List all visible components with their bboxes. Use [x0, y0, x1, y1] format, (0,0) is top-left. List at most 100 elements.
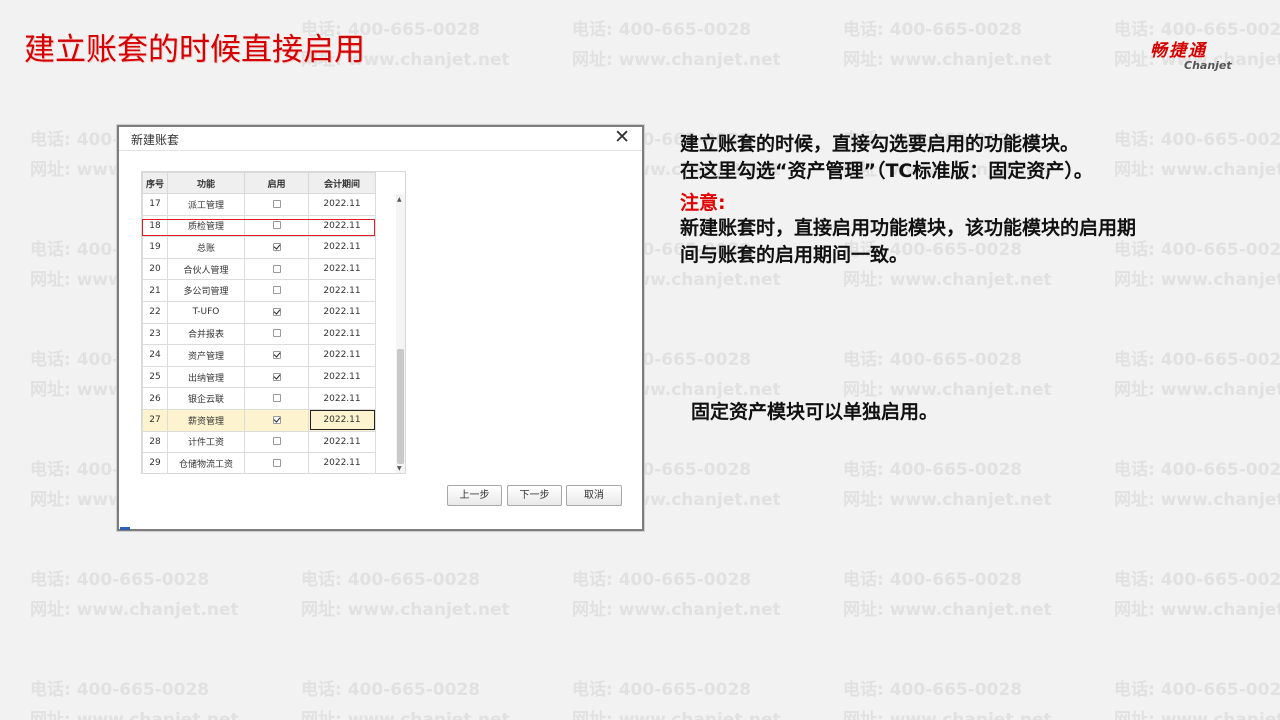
logo-sub-text: Chanjet — [1184, 59, 1232, 72]
slide-title: 建立账套的时候直接启用 — [24, 32, 365, 68]
row-period[interactable]: 2022.11 — [308, 300, 376, 324]
enable-checkbox[interactable] — [272, 221, 281, 230]
description-line-1: 建立账套的时候，直接勾选要启用的功能模块。 — [680, 133, 1080, 155]
scroll-up-icon[interactable]: ▲ — [397, 196, 402, 203]
watermark-site: 网址: www.chanjet.net — [1114, 380, 1280, 400]
row-seq: 20 — [142, 257, 168, 281]
row-enable-cell — [244, 365, 309, 389]
enable-checkbox-checked[interactable] — [272, 372, 281, 381]
row-function-name: 总账 — [167, 236, 245, 259]
table-row[interactable]: 29 仓储物流工资 2022.11 — [142, 452, 376, 473]
watermark-block: 电话: 400-665-0028 网址: www.chanjet.net — [30, 675, 239, 720]
close-icon[interactable]: ✕ — [614, 126, 630, 148]
watermark-block: 电话: 400-665-0028 网址: www.chanjet.net — [301, 565, 510, 625]
enable-checkbox[interactable] — [272, 329, 281, 338]
cancel-button[interactable]: 取消 — [566, 485, 622, 506]
table-row[interactable]: 26 银企云联 2022.11 — [142, 387, 376, 410]
enable-checkbox[interactable] — [272, 286, 281, 295]
row-function-name: 计件工资 — [167, 430, 245, 454]
watermark-site: 网址: www.chanjet.net — [301, 710, 510, 720]
new-account-set-dialog: 新建账套 ✕ 序号 功能 启用 会计期间 17 派工管理 2022.11 18 质检管理… — [117, 125, 644, 531]
row-seq: 22 — [142, 300, 168, 324]
watermark-phone: 电话: 400-665-0028 — [572, 680, 752, 700]
row-period[interactable]: 2022.11 — [308, 452, 376, 473]
table-row[interactable]: 20 合伙人管理 2022.11 — [142, 257, 376, 281]
watermark-phone: 电话: 400-665-0028 — [572, 570, 752, 590]
row-period[interactable]: 2022.11 — [308, 257, 376, 281]
table-row[interactable]: 19 总账 2022.11 — [142, 236, 376, 259]
table-row[interactable]: 25 出纳管理 2022.11 — [142, 365, 376, 389]
watermark-site: 网址: www.chanjet.net — [1114, 600, 1280, 620]
row-period[interactable]: 2022.11 — [308, 430, 376, 454]
next-step-button[interactable]: 下一步 — [507, 485, 562, 506]
row-seq: 21 — [142, 279, 168, 302]
description-line-2: 在这里勾选“资产管理”（TC标准版：固定资产）。 — [680, 160, 1093, 182]
watermark-block: 电话: 400-665-0028 网址: www.chanjet.net — [1114, 565, 1280, 625]
watermark-site: 网址: www.chanjet.net — [572, 710, 781, 720]
enable-checkbox[interactable] — [272, 394, 281, 403]
row-enable-cell — [244, 279, 309, 302]
watermark-site: 网址: www.chanjet.net — [301, 600, 510, 620]
enable-checkbox-checked[interactable] — [272, 242, 281, 251]
row-function-name: 合并报表 — [167, 322, 245, 346]
watermark-site: 网址: www.chanjet.net — [843, 600, 1052, 620]
column-header-function: 功能 — [167, 172, 245, 194]
watermark-block: 电话: 400-665-0028 网址: www.chanjet.net — [843, 15, 1052, 75]
table-row[interactable]: 23 合并报表 2022.11 — [142, 322, 376, 346]
watermark-site: 网址: www.chanjet.net — [843, 490, 1052, 510]
row-period[interactable]: 2022.11 — [308, 365, 376, 389]
table-row[interactable]: 21 多公司管理 2022.11 — [142, 279, 376, 302]
enable-checkbox-checked[interactable] — [272, 307, 281, 316]
row-period[interactable]: 2022.11 — [308, 344, 376, 367]
watermark-site: 网址: www.chanjet.net — [1114, 270, 1280, 290]
description-panel: 建立账套的时候，直接勾选要启用的功能模块。 在这里勾选“资产管理”（TC标准版：… — [680, 131, 1180, 269]
watermark-site: 网址: www.chanjet.net — [1114, 490, 1280, 510]
row-function-name: 派工管理 — [167, 193, 245, 216]
column-header-enable: 启用 — [244, 172, 309, 194]
watermark-block: 电话: 400-665-0028 网址: www.chanjet.net — [1114, 675, 1280, 720]
row-function-name: 出纳管理 — [167, 365, 245, 389]
watermark-phone: 电话: 400-665-0028 — [843, 570, 1023, 590]
row-period[interactable]: 2022.11 — [308, 387, 376, 410]
grid-scrollbar[interactable]: ▲ ▼ — [396, 194, 405, 473]
enable-checkbox[interactable] — [272, 458, 281, 467]
row-enable-cell — [244, 193, 309, 216]
enable-checkbox-checked[interactable] — [272, 415, 281, 424]
watermark-block: 电话: 400-665-0028 网址: www.chanjet.net — [1114, 345, 1280, 405]
extra-note: 固定资产模块可以单独启用。 — [691, 401, 939, 423]
row-function-name: 资产管理 — [167, 344, 245, 367]
scroll-down-icon[interactable]: ▼ — [397, 465, 402, 472]
watermark-phone: 电话: 400-665-0028 — [301, 680, 481, 700]
enable-checkbox[interactable] — [272, 437, 281, 446]
watermark-phone: 电话: 400-665-0028 — [1114, 460, 1280, 480]
table-row[interactable]: 17 派工管理 2022.11 — [142, 193, 376, 216]
watermark-phone: 电话: 400-665-0028 — [301, 570, 481, 590]
row-period[interactable]: 2022.11 — [308, 322, 376, 346]
row-enable-cell — [244, 214, 309, 238]
enable-checkbox[interactable] — [272, 199, 281, 208]
dialog-title: 新建账套 — [131, 133, 180, 147]
table-row[interactable]: 24 资产管理 2022.11 — [142, 344, 376, 367]
row-period[interactable]: 2022.11 — [308, 408, 376, 432]
scroll-thumb[interactable] — [397, 349, 404, 464]
watermark-phone: 电话: 400-665-0028 — [30, 680, 210, 700]
row-period[interactable]: 2022.11 — [308, 214, 376, 238]
table-row[interactable]: 18 质检管理 2022.11 — [142, 214, 376, 238]
watermark-site: 网址: www.chanjet.net — [843, 50, 1052, 70]
watermark-block: 电话: 400-665-0028 网址: www.chanjet.net — [1114, 455, 1280, 515]
row-period[interactable]: 2022.11 — [308, 279, 376, 302]
dialog-corner-accent — [120, 527, 130, 530]
prev-step-button[interactable]: 上一步 — [447, 485, 502, 506]
table-row[interactable]: 28 计件工资 2022.11 — [142, 430, 376, 454]
watermark-site: 网址: www.chanjet.net — [30, 710, 239, 720]
row-seq: 19 — [142, 236, 168, 259]
watermark-site: 网址: www.chanjet.net — [1114, 710, 1280, 720]
row-period[interactable]: 2022.11 — [308, 193, 376, 216]
enable-checkbox[interactable] — [272, 264, 281, 273]
table-row[interactable]: 22 T-UFO 2022.11 — [142, 300, 376, 324]
row-enable-cell — [244, 344, 309, 367]
table-row[interactable]: 27 薪资管理 2022.11 — [142, 408, 376, 432]
enable-checkbox-checked[interactable] — [272, 350, 281, 359]
row-period[interactable]: 2022.11 — [308, 236, 376, 259]
watermark-block: 电话: 400-665-0028 网址: www.chanjet.net — [30, 565, 239, 625]
